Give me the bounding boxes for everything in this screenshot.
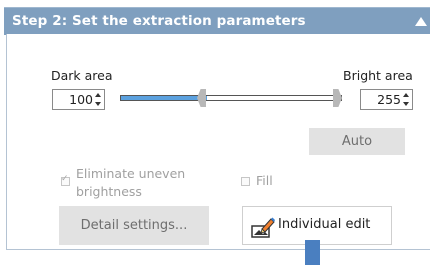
step-title: Step 2: Set the extraction parameters (12, 13, 306, 29)
auto-button[interactable]: Auto (309, 128, 405, 155)
detail-settings-button[interactable]: Detail settings... (59, 206, 209, 245)
collapse-triangle-icon[interactable] (415, 17, 427, 26)
checkmark-icon: ✓ (61, 174, 69, 184)
individual-edit-label: Individual edit (278, 217, 371, 232)
spin-up-icon[interactable] (403, 93, 409, 97)
extraction-step-window: Step 2: Set the extraction parameters Da… (0, 0, 430, 265)
dark-area-label: Dark area (51, 68, 113, 83)
dark-area-spinbox[interactable]: 100 (52, 89, 105, 110)
spin-down-icon[interactable] (95, 102, 101, 106)
spin-down-icon[interactable] (403, 102, 409, 106)
bright-area-spinbox[interactable]: 255 (360, 89, 413, 110)
eliminate-uneven-label: Eliminate uneven brightness (76, 166, 186, 199)
slider-fill (121, 96, 207, 100)
step-header[interactable]: Step 2: Set the extraction parameters (4, 7, 430, 35)
bright-slider-thumb[interactable] (333, 89, 342, 107)
dark-slider-thumb[interactable] (197, 89, 206, 107)
threshold-slider-track[interactable] (120, 95, 342, 101)
drag-handle[interactable] (305, 240, 320, 265)
bright-area-stepper[interactable] (403, 92, 410, 107)
fill-checkbox[interactable] (241, 177, 250, 186)
fill-label: Fill (256, 173, 273, 188)
eliminate-uneven-checkbox[interactable]: ✓ (61, 174, 70, 186)
spin-up-icon[interactable] (95, 93, 101, 97)
bright-area-value: 255 (377, 92, 401, 107)
step-panel: Dark area Bright area 100 255 Auto ✓ Eli… (6, 34, 430, 250)
bright-area-label: Bright area (343, 68, 413, 83)
dark-area-value: 100 (69, 92, 93, 107)
pencil-edit-icon (251, 217, 275, 238)
dark-area-stepper[interactable] (95, 92, 102, 107)
